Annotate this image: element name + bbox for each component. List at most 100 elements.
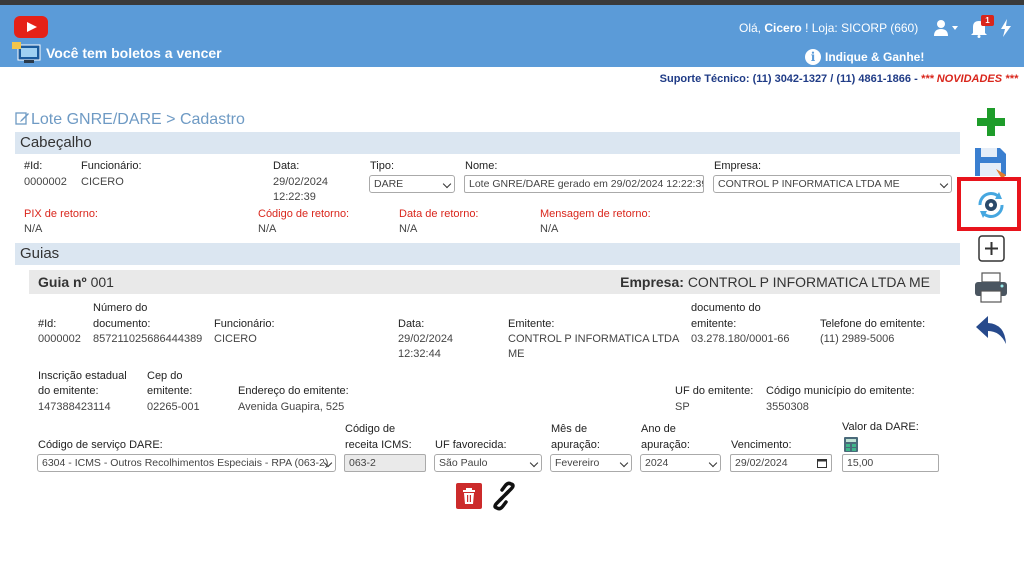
top-header: Você tem boletos a vencer Olá, Cicero ! … — [0, 5, 1024, 67]
add-icon[interactable] — [972, 105, 1010, 139]
guia-id-label: #Id: — [38, 318, 57, 330]
cep-label-1: Cep do — [147, 370, 183, 382]
info-icon: i — [805, 49, 821, 65]
back-icon[interactable] — [972, 312, 1010, 346]
cab-func-value: CICERO — [81, 176, 124, 188]
data-retorno-value: N/A — [399, 223, 418, 235]
breadcrumb-text: Lote GNRE/DARE > Cadastro — [31, 111, 245, 128]
guia-header: Guia nº 001 Empresa: CONTROL P INFORMATI… — [29, 270, 940, 294]
cab-data-label: Data: — [273, 160, 300, 172]
emitente-value-1: CONTROL P INFORMATICA LTDA — [508, 333, 680, 345]
save-icon[interactable] — [972, 145, 1010, 179]
numdoc-value: 857211025686444389 — [93, 333, 203, 345]
breadcrumb: Lote GNRE/DARE > Cadastro — [15, 111, 245, 129]
link-icon[interactable] — [488, 480, 520, 512]
emitente-label: Emitente: — [508, 318, 555, 330]
support-info: Suporte Técnico: (11) 3042-1327 / (11) 4… — [660, 73, 1018, 85]
youtube-icon[interactable] — [14, 16, 48, 38]
bolt-icon[interactable] — [1000, 19, 1012, 37]
cep-value: 02265-001 — [147, 401, 200, 413]
sync-settings-icon[interactable] — [972, 188, 1010, 222]
codigo-retorno-label: Código de retorno: — [258, 208, 350, 220]
cab-data-date: 29/02/2024 — [273, 176, 329, 188]
pix-label: PIX de retorno: — [24, 208, 98, 220]
receita-input[interactable]: 063-2 — [344, 454, 426, 472]
cab-nome-label: Nome: — [465, 160, 498, 172]
boletos-alert[interactable]: Você tem boletos a vencer — [46, 45, 222, 61]
numdoc-label-1: Número do — [93, 302, 148, 314]
valor-input[interactable]: 15,00 — [842, 454, 939, 472]
support-label: Suporte Técnico: — [659, 73, 750, 85]
tel-label: Telefone do emitente: — [820, 318, 926, 330]
ano-label-1: Ano de — [641, 423, 676, 435]
numdoc-label-2: documento: — [93, 318, 151, 330]
mensagem-retorno-value: N/A — [540, 223, 559, 235]
expand-icon[interactable] — [972, 233, 1010, 267]
guia-data-time: 12:32:44 — [398, 348, 441, 360]
ie-label-1: Inscrição estadual — [38, 370, 127, 382]
ano-label-2: apuração: — [641, 439, 690, 451]
municipio-value: 3550308 — [766, 401, 809, 413]
boleto-icon[interactable] — [12, 42, 42, 64]
section-guias: Guias — [15, 243, 960, 265]
receita-label-1: Código de — [345, 423, 396, 435]
guia-label: Guia nº — [38, 274, 87, 290]
mes-label-1: Mês de — [551, 423, 588, 435]
delete-icon[interactable] — [456, 483, 482, 509]
edit-icon — [15, 112, 29, 125]
guia-empresa-label: Empresa: — [620, 274, 684, 290]
uf-emitente-label: UF do emitente: — [675, 385, 754, 397]
vencimento-value: 29/02/2024 — [735, 457, 788, 469]
municipio-label: Código município do emitente: — [766, 385, 915, 397]
mes-label-2: apuração: — [551, 439, 600, 451]
guia-empresa: Empresa: CONTROL P INFORMATICA LTDA ME — [620, 270, 930, 294]
greeting-prefix: Olá, — [739, 21, 762, 35]
tel-value: (11) 2989-5006 — [820, 333, 895, 345]
codigo-retorno-value: N/A — [258, 223, 277, 235]
guia-func-label: Funcionário: — [214, 318, 275, 330]
nome-input[interactable]: Lote GNRE/DARE gerado em 29/02/2024 12:2… — [464, 175, 704, 193]
uf-emitente-value: SP — [675, 401, 690, 413]
cab-id-label: #Id: — [24, 160, 43, 172]
cep-label-2: emitente: — [147, 385, 193, 397]
section-cabecalho: Cabeçalho — [15, 132, 960, 154]
docemit-label-1: documento do — [691, 302, 761, 314]
cab-id-value: 0000002 — [24, 176, 67, 188]
store-info: ! Loja: SICORP (660) — [805, 21, 919, 35]
vencimento-input[interactable]: 29/02/2024 — [730, 454, 832, 472]
tipo-select[interactable]: DARE — [369, 175, 455, 193]
uf-favorecida-select[interactable]: São Paulo — [434, 454, 542, 472]
codserv-label: Código de serviço DARE: — [38, 439, 163, 451]
vencimento-label: Vencimento: — [731, 439, 792, 451]
endereco-value: Avenida Guapira, 525 — [238, 401, 345, 413]
greeting: Olá, Cicero ! Loja: SICORP (660) — [739, 21, 918, 35]
ie-value: 147388423114 — [38, 401, 111, 413]
mes-select[interactable]: Fevereiro — [550, 454, 632, 472]
guia-data-label: Data: — [398, 318, 425, 330]
support-phone-2: (11) 4861-1866 — [836, 73, 911, 85]
guia-id-value: 0000002 — [38, 333, 81, 345]
cab-func-label: Funcionário: — [81, 160, 142, 172]
support-phone-1: (11) 3042-1327 — [752, 73, 828, 85]
guia-title: Guia nº 001 — [38, 270, 114, 294]
user-icon[interactable] — [933, 19, 959, 37]
ie-label-2: do emitente: — [38, 385, 99, 397]
emitente-value-2: ME — [508, 348, 525, 360]
codserv-select[interactable]: 6304 - ICMS - Outros Recolhimentos Espec… — [37, 454, 336, 472]
guia-func-value: CICERO — [214, 333, 257, 345]
guia-number: 001 — [90, 274, 114, 290]
receita-label-2: receita ICMS: — [345, 439, 412, 451]
uf-favorecida-label: UF favorecida: — [435, 439, 507, 451]
cab-empresa-label: Empresa: — [714, 160, 762, 172]
ano-select[interactable]: 2024 — [640, 454, 721, 472]
user-name: Cicero — [764, 21, 802, 35]
support-dash: - — [914, 73, 918, 85]
empresa-select[interactable]: CONTROL P INFORMATICA LTDA ME — [713, 175, 952, 193]
calculator-icon[interactable] — [844, 437, 858, 452]
docemit-value: 03.278.180/0001-66 — [691, 333, 790, 345]
support-separator: / — [830, 73, 834, 85]
print-icon[interactable] — [972, 271, 1010, 305]
novidades-link[interactable]: *** NOVIDADES *** — [921, 73, 1018, 85]
calendar-icon[interactable] — [817, 458, 827, 468]
indique-ganhe-link[interactable]: Indique & Ganhe! — [825, 50, 924, 64]
